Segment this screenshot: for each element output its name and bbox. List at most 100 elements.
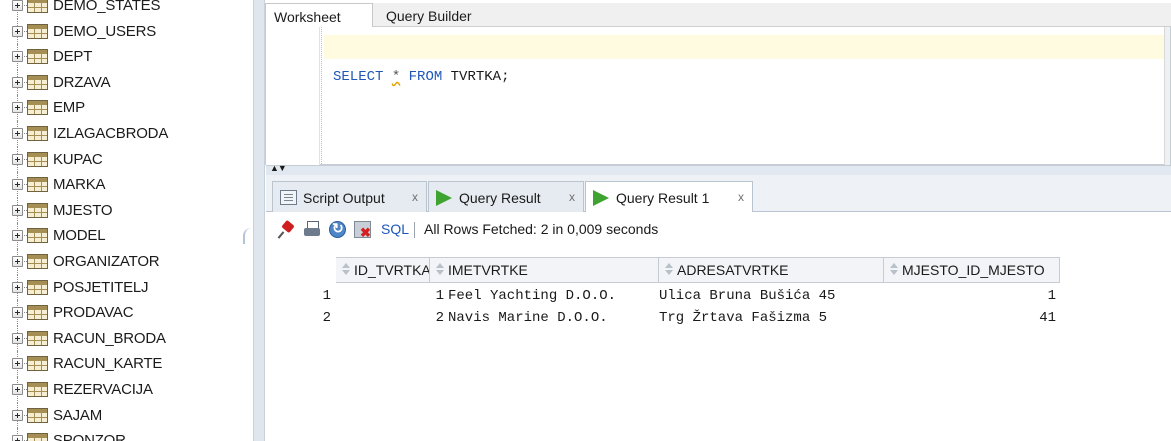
tree-item-rezervacija[interactable]: REZERVACIJA — [0, 376, 243, 403]
expand-icon[interactable] — [12, 204, 23, 216]
tree-item-marka[interactable]: MARKA — [0, 172, 243, 198]
tree-item-racun-karte[interactable]: RACUN_KARTE — [0, 351, 243, 377]
tree-item-kupac[interactable]: KUPAC — [0, 146, 243, 173]
expand-icon[interactable] — [12, 179, 23, 191]
tab-query-result[interactable]: Query Result x — [428, 181, 584, 212]
close-icon[interactable]: x — [412, 190, 418, 204]
expand-icon[interactable] — [12, 383, 23, 395]
tree-item-label: POSJETITELJ — [53, 278, 149, 296]
editor-scrollbar[interactable] — [1164, 27, 1170, 165]
pin-icon[interactable] — [278, 221, 295, 238]
cell-imetvrtke[interactable]: Feel Yachting D.O.O. — [448, 285, 659, 307]
column-header-adresatvrtke[interactable]: ADRESATVRTKE — [659, 257, 884, 283]
column-header-label: ID_TVRTKA — [354, 262, 430, 278]
table-row[interactable]: 2 2 Navis Marine D.O.O. Trg Žrtava Fašiz… — [266, 307, 1056, 329]
expand-icon[interactable] — [12, 332, 23, 344]
expand-icon[interactable] — [12, 435, 23, 441]
table-icon — [27, 151, 48, 167]
expand-icon[interactable] — [12, 230, 23, 242]
tree-item-mjesto[interactable]: MJESTO — [0, 197, 243, 224]
table-icon — [27, 279, 48, 295]
tree-item-organizator[interactable]: ORGANIZATOR — [0, 248, 243, 275]
tree-item-sajam[interactable]: SAJAM — [0, 402, 243, 429]
cell-adresatvrtke[interactable]: Trg Žrtava Fašizma 5 — [659, 307, 884, 329]
delete-icon[interactable] — [354, 221, 371, 241]
table-icon — [27, 23, 48, 39]
print-icon[interactable] — [304, 221, 321, 238]
close-icon[interactable]: x — [738, 190, 744, 204]
expand-icon[interactable] — [12, 102, 23, 114]
sort-icon — [663, 263, 674, 276]
expand-icon[interactable] — [12, 153, 23, 165]
tab-script-output[interactable]: Script Output x — [272, 181, 427, 212]
tree-item-racun-broda[interactable]: RACUN_BRODA — [0, 325, 243, 352]
expand-icon[interactable] — [12, 51, 23, 63]
gutter-divider — [321, 27, 322, 164]
cell-mjesto-id-mjesto[interactable]: 1 — [884, 285, 1060, 307]
grid-header: ID_TVRTKA IMETVRTKE ADRESATVRTKE MJESTO_… — [266, 257, 1171, 283]
tree-item-prodavac[interactable]: PRODAVAC — [0, 300, 243, 326]
table-icon — [27, 305, 48, 321]
tree-item-label: ORGANIZATOR — [53, 252, 160, 270]
column-header-id-tvrtka[interactable]: ID_TVRTKA — [336, 257, 430, 283]
sql-table-name: TVRTKA; — [450, 69, 510, 85]
cell-id-tvrtka[interactable]: 2 — [336, 307, 448, 329]
sql-editor[interactable]: SELECT * FROM TVRTKA; — [265, 27, 1171, 165]
tree-item-label: DEMO_STATES — [53, 0, 161, 14]
table-icon — [27, 330, 48, 346]
tab-worksheet[interactable]: Worksheet — [265, 3, 373, 27]
tree-item-izlagacbroda[interactable]: IZLAGACBRODA — [0, 120, 243, 147]
cell-mjesto-id-mjesto[interactable]: 41 — [884, 307, 1060, 329]
expand-icon[interactable] — [12, 255, 23, 267]
expand-icon[interactable] — [12, 409, 23, 421]
tree-item-demo-states[interactable]: DEMO_STATES — [0, 0, 243, 19]
panel-splitter[interactable] — [253, 0, 265, 441]
tree-item-demo-users[interactable]: DEMO_USERS — [0, 18, 243, 45]
tree-item-emp[interactable]: EMP — [0, 95, 243, 121]
sql-statement[interactable]: SELECT * FROM TVRTKA; — [333, 69, 509, 85]
tree-item-model[interactable]: MODEL — [0, 223, 243, 249]
sort-icon — [888, 263, 899, 276]
split-arrows-icon[interactable]: ▲▼ — [270, 163, 287, 173]
cell-adresatvrtke[interactable]: Ulica Bruna Bušića 45 — [659, 285, 884, 307]
cell-id-tvrtka[interactable]: 1 — [336, 285, 448, 307]
table-row[interactable]: 1 1 Feel Yachting D.O.O. Ulica Bruna Buš… — [266, 285, 1056, 307]
run-query-icon — [436, 190, 452, 206]
close-icon[interactable]: x — [569, 190, 575, 204]
tree-item-label: MJESTO — [53, 201, 113, 219]
editor-results-splitter[interactable]: ▲▼ — [266, 163, 1171, 175]
tree-item-sponzor[interactable]: SPONZOR — [0, 428, 243, 441]
cell-imetvrtke[interactable]: Navis Marine D.O.O. — [448, 307, 659, 329]
result-grid[interactable]: ID_TVRTKA IMETVRTKE ADRESATVRTKE MJESTO_… — [266, 247, 1171, 441]
sql-star: * — [391, 69, 401, 85]
expand-icon[interactable] — [12, 358, 23, 370]
column-header-imetvrtke[interactable]: IMETVRTKE — [430, 257, 659, 283]
tree-item-drzava[interactable]: DRZAVA — [0, 69, 243, 96]
table-icon — [27, 0, 48, 13]
tab-query-result-1[interactable]: Query Result 1 x — [585, 181, 753, 213]
tree-item-label: EMP — [53, 99, 85, 117]
sql-button[interactable]: SQL — [381, 221, 409, 237]
tab-query-builder-label: Query Builder — [386, 8, 472, 24]
tree-item-label: DEMO_USERS — [53, 22, 157, 40]
table-icon — [27, 125, 48, 141]
refresh-icon[interactable] — [329, 220, 346, 238]
table-icon — [27, 407, 48, 423]
current-line-highlight — [324, 35, 1168, 59]
row-number-label: 1 — [322, 288, 331, 304]
tab-query-builder[interactable]: Query Builder — [378, 3, 488, 27]
table-icon — [27, 202, 48, 218]
expand-icon[interactable] — [12, 0, 23, 11]
tree-item-posjetitelj[interactable]: POSJETITELJ — [0, 274, 243, 301]
expand-icon[interactable] — [12, 127, 23, 139]
expand-icon[interactable] — [12, 281, 23, 293]
connections-tree: DEMO_STATES DEMO_USERS DEPT DRZAVA EMP IZLAGA… — [0, 0, 243, 441]
expand-icon[interactable] — [12, 76, 23, 88]
result-tab-bar: Script Output x Query Result x Query Res… — [266, 175, 1171, 213]
expand-icon[interactable] — [12, 307, 23, 319]
column-header-mjesto-id-mjesto[interactable]: MJESTO_ID_MJESTO — [884, 257, 1060, 283]
tab-script-output-label: Script Output — [303, 190, 385, 206]
tree-item-dept[interactable]: DEPT — [0, 44, 243, 70]
tree-item-label: RACUN_KARTE — [53, 355, 163, 373]
expand-icon[interactable] — [12, 25, 23, 37]
